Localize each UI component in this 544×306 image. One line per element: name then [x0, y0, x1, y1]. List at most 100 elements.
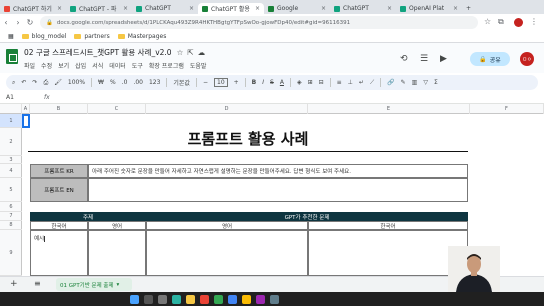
- document-title[interactable]: 02 구글 스프레드시트_챗GPT 활용 사례_v2.0 ☆ ⇱ ☁: [24, 47, 205, 58]
- input-korean-cell[interactable]: 예시: [30, 230, 88, 276]
- decimal-decrease-icon[interactable]: .0: [122, 79, 128, 86]
- app-icon[interactable]: [256, 294, 265, 304]
- star-icon[interactable]: ☆: [177, 48, 184, 57]
- row-header-1[interactable]: 1: [0, 114, 22, 128]
- close-icon[interactable]: ×: [189, 5, 194, 12]
- bookmark-blog-model[interactable]: blog_model: [21, 33, 66, 40]
- font-select[interactable]: 기본값: [173, 78, 190, 87]
- menu-item[interactable]: 도구: [132, 61, 143, 70]
- browser-tab[interactable]: OpenAI Plat ×: [396, 3, 462, 14]
- col-header-a[interactable]: A: [22, 104, 30, 114]
- number-format-icon[interactable]: 123: [149, 79, 160, 86]
- avatar[interactable]: ㅁㅇ: [520, 52, 534, 66]
- output-header[interactable]: GPT가 추천한 문제: [146, 212, 468, 221]
- menu-item[interactable]: 수정: [41, 61, 52, 70]
- add-sheet-button[interactable]: +: [10, 279, 18, 289]
- row-header-6[interactable]: 6: [0, 202, 22, 212]
- redo-icon[interactable]: ↷: [32, 79, 37, 86]
- select-all-corner[interactable]: [0, 104, 22, 114]
- menu-item[interactable]: 삽입: [75, 61, 86, 70]
- history-icon[interactable]: ⟲: [400, 54, 408, 64]
- sheet-title[interactable]: 프롬프트 활용 사례: [28, 126, 468, 152]
- star-icon[interactable]: ☆: [484, 17, 491, 26]
- chevron-down-icon[interactable]: ▾: [117, 282, 120, 288]
- font-size-input[interactable]: 10: [214, 78, 228, 87]
- bookmark-partners[interactable]: partners: [74, 33, 110, 40]
- print-icon[interactable]: ⎙: [43, 79, 48, 87]
- col-header-f[interactable]: F: [470, 104, 544, 114]
- close-icon[interactable]: ×: [255, 5, 260, 12]
- comment-icon[interactable]: ✎: [401, 79, 406, 86]
- app-icon[interactable]: [228, 294, 237, 304]
- comments-icon[interactable]: ☰: [420, 54, 428, 64]
- app-icon[interactable]: [214, 294, 223, 304]
- close-icon[interactable]: ×: [57, 5, 62, 12]
- input-english-cell[interactable]: [88, 230, 146, 276]
- browser-tab[interactable]: ChatGPT ×: [330, 3, 396, 14]
- start-icon[interactable]: [130, 294, 139, 304]
- bold-icon[interactable]: B: [252, 79, 257, 86]
- prompt-kr-cell[interactable]: 아래 주어진 숫자로 문장을 만들어 자세하고 자연스럽게 설명하는 문장을 만…: [88, 164, 468, 178]
- more-icon[interactable]: ⋮: [530, 17, 538, 26]
- search-menus-icon[interactable]: ⌕: [12, 79, 15, 87]
- output-english-cell[interactable]: [146, 230, 308, 276]
- search-icon[interactable]: [144, 294, 153, 304]
- rotate-icon[interactable]: ⟋: [370, 79, 374, 87]
- url-field[interactable]: 🔒 docs.google.com/spreadsheets/d/1PLCKAq…: [40, 16, 478, 29]
- profile-icon[interactable]: [514, 18, 523, 27]
- input-english-header[interactable]: 영어: [88, 221, 146, 230]
- row-header-8[interactable]: 8: [0, 221, 22, 230]
- input-korean-header[interactable]: 한국어: [30, 221, 88, 230]
- sheets-logo-icon[interactable]: [6, 49, 18, 64]
- fill-color-icon[interactable]: ◈: [297, 79, 302, 86]
- chrome-icon[interactable]: [200, 294, 209, 304]
- strikethrough-icon[interactable]: S: [270, 79, 274, 86]
- merge-icon[interactable]: ⊟: [319, 79, 324, 86]
- output-korean-header[interactable]: 한국어: [308, 221, 468, 230]
- close-icon[interactable]: ×: [123, 5, 128, 12]
- filter-icon[interactable]: ▽: [423, 79, 428, 86]
- zoom-select[interactable]: 100%: [68, 79, 85, 86]
- menu-item[interactable]: 확장 프로그램: [149, 61, 184, 70]
- functions-icon[interactable]: Σ: [434, 79, 438, 86]
- row-header-5[interactable]: 5: [0, 178, 22, 202]
- browser-tab[interactable]: ChatGPT ×: [132, 3, 198, 14]
- browser-tab[interactable]: ChatGPT 활용 ×: [198, 3, 264, 14]
- browser-tab[interactable]: ChatGPT 하기 ×: [0, 3, 66, 14]
- col-header-d[interactable]: D: [146, 104, 308, 114]
- formula-input[interactable]: [50, 93, 544, 103]
- paint-format-icon[interactable]: 🖌: [54, 79, 62, 86]
- menu-item[interactable]: 도움말: [190, 61, 207, 70]
- task-view-icon[interactable]: [158, 294, 167, 304]
- col-header-b[interactable]: B: [30, 104, 88, 114]
- close-icon[interactable]: ×: [321, 5, 326, 12]
- percent-icon[interactable]: %: [110, 79, 116, 86]
- col-header-e[interactable]: E: [308, 104, 470, 114]
- menu-item[interactable]: 보기: [58, 61, 69, 70]
- prompt-kr-label[interactable]: 프롬프트 KR: [30, 164, 88, 178]
- prompt-en-cell[interactable]: [88, 178, 468, 202]
- decimal-increase-icon[interactable]: .00: [133, 79, 143, 86]
- row-header-4[interactable]: 4: [0, 164, 22, 178]
- row-header-3[interactable]: 3: [0, 156, 22, 164]
- all-sheets-button[interactable]: ≡: [34, 279, 41, 288]
- output-english-header[interactable]: 영어: [146, 221, 308, 230]
- sheet-tab-active[interactable]: 01 GPT기반 문제 출제 ▾: [56, 278, 132, 291]
- extensions-icon[interactable]: ⧉: [498, 17, 504, 27]
- bookmark-masterpages[interactable]: Masterpages: [117, 33, 166, 40]
- undo-icon[interactable]: ↶: [21, 79, 26, 86]
- col-header-c[interactable]: C: [88, 104, 146, 114]
- italic-icon[interactable]: I: [262, 79, 264, 86]
- font-size-plus-icon[interactable]: +: [234, 79, 239, 86]
- close-icon[interactable]: ×: [387, 5, 392, 12]
- app-icon[interactable]: [270, 294, 279, 304]
- back-icon[interactable]: ‹: [0, 18, 12, 27]
- browser-tab[interactable]: Google ×: [264, 3, 330, 14]
- row-header-2[interactable]: 2: [0, 128, 22, 156]
- apps-icon[interactable]: ▦: [8, 33, 14, 40]
- row-header-7[interactable]: 7: [0, 212, 22, 221]
- input-header[interactable]: 주제: [30, 212, 146, 221]
- borders-icon[interactable]: ⊞: [308, 79, 313, 86]
- new-tab-button[interactable]: +: [462, 3, 475, 14]
- forward-icon[interactable]: ›: [12, 18, 24, 27]
